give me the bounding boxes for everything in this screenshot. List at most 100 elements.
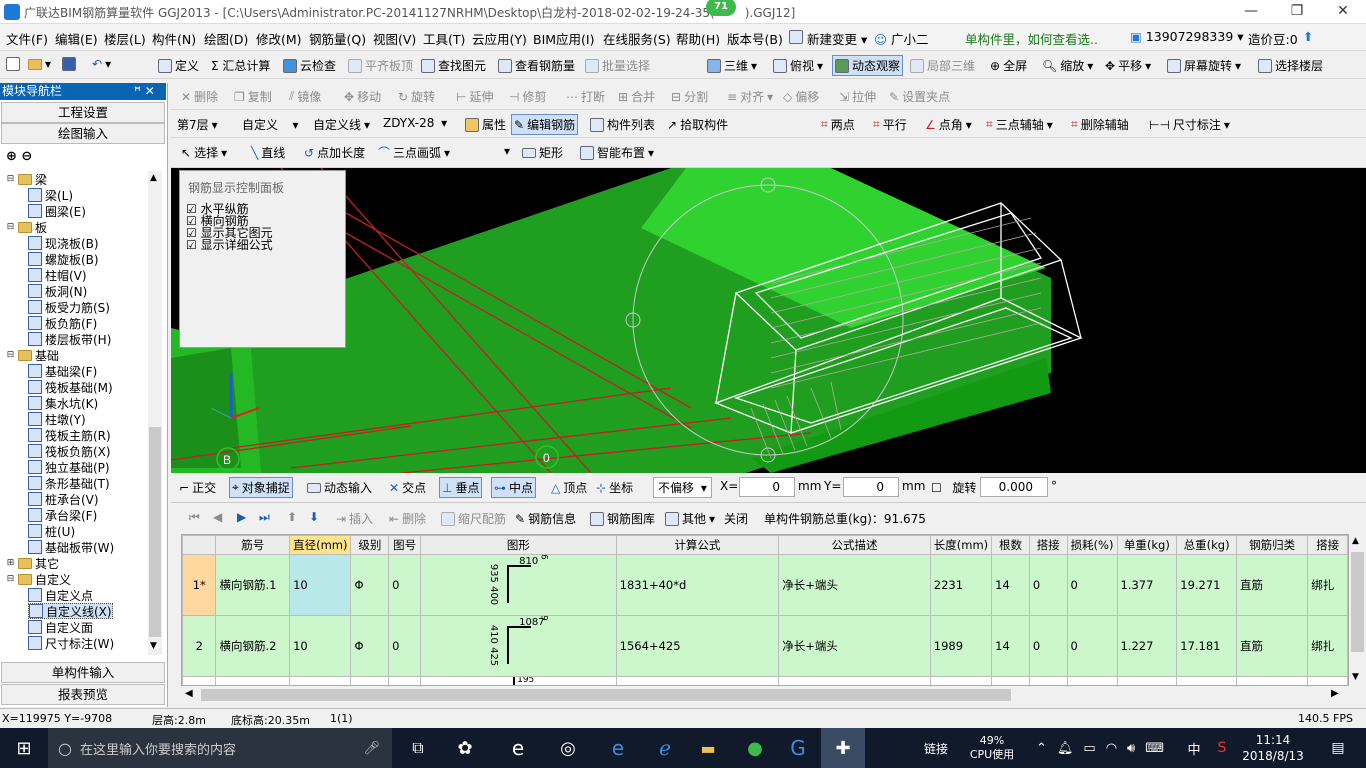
expand-collapse-icons[interactable]: ⊕ ⊖ xyxy=(6,149,32,164)
table-cell[interactable]: 绑扎 xyxy=(1307,554,1348,616)
tree-item[interactable]: 集水坑(K) xyxy=(28,395,98,411)
menu-floor[interactable]: 楼层(L) xyxy=(104,29,146,48)
parallel-axis-button[interactable]: ⌗ 平行 xyxy=(873,116,907,133)
delete-button[interactable]: ✕ 删除 xyxy=(181,88,218,105)
define-button[interactable]: 定义 xyxy=(158,57,199,74)
split-button[interactable]: ⊟ 分割 xyxy=(671,88,708,105)
checkbox-detailed-formula[interactable]: ☑ 显示详细公式 xyxy=(186,239,273,251)
new-change-button[interactable]: 新建变更 ▾ xyxy=(789,29,867,48)
rotate-checkbox[interactable]: ☐ 旋转 xyxy=(931,479,976,496)
minimize-icon[interactable]: — xyxy=(1228,0,1274,24)
account-button[interactable]: ▣ 13907298339 ▾ xyxy=(1130,29,1244,44)
column-header[interactable]: 损耗(%) xyxy=(1066,535,1118,555)
midpoint-snap[interactable]: ⊶ 中点 xyxy=(491,477,537,498)
tree-item[interactable]: 板洞(N) xyxy=(28,283,87,299)
clock[interactable]: 11:14 2018/8/13 xyxy=(1238,728,1308,768)
column-header[interactable]: 图号 xyxy=(388,535,422,555)
properties-button[interactable]: 属性 xyxy=(465,116,506,133)
tip-link[interactable]: 单构件里，如何查看选.. xyxy=(965,29,1098,48)
menu-component[interactable]: 构件(N) xyxy=(152,29,196,48)
next-record-icon[interactable]: ▶ xyxy=(237,510,246,524)
orbit-button[interactable]: 动态观察 xyxy=(832,55,904,76)
type-select[interactable]: 自定义线 ▾ xyxy=(313,116,370,133)
column-header[interactable]: 总重(kg) xyxy=(1176,535,1237,555)
tree-item[interactable]: 自定义面 xyxy=(28,619,93,635)
edge-icon[interactable]: e xyxy=(598,728,638,768)
mirror-button[interactable]: ⫽ 镜像 xyxy=(289,88,321,105)
menu-online[interactable]: 在线服务(S) xyxy=(603,29,671,48)
tree-item[interactable]: 板受力筋(S) xyxy=(28,299,110,315)
tree-item[interactable]: 螺旋板(B) xyxy=(28,251,99,267)
category-select[interactable]: 自定义 ▾ xyxy=(242,116,298,133)
tree-item[interactable]: 基础梁(F) xyxy=(28,363,97,379)
column-header[interactable]: 图形 xyxy=(420,535,617,555)
expand-icon[interactable]: ⊟ xyxy=(6,174,15,184)
fullscreen-button[interactable]: ⊕ 全屏 xyxy=(990,57,1027,74)
tree-item[interactable]: 承台梁(F) xyxy=(28,507,97,523)
table-row[interactable]: 2横向钢筋.210Φ0410 4251087991564+425净长+端头198… xyxy=(182,615,1348,677)
two-point-axis-button[interactable]: ⌗ 两点 xyxy=(821,116,855,133)
tree-item[interactable]: 基础板带(W) xyxy=(28,539,114,555)
3d-viewport[interactable]: B 0 xyxy=(171,168,1366,473)
table-cell[interactable]: 410 425108799 xyxy=(420,615,617,677)
tree-item[interactable]: 板负筋(F) xyxy=(28,315,97,331)
merge-button[interactable]: ⊞ 合并 xyxy=(618,88,655,105)
table-cell[interactable]: 横向钢筋.2 xyxy=(215,615,291,677)
network-link[interactable]: 链接 xyxy=(916,728,956,768)
other-button[interactable]: 其他 ▾ xyxy=(665,510,715,527)
first-record-icon[interactable]: ⏮ xyxy=(189,510,200,525)
code-select[interactable]: ZDYX-28 ▾ xyxy=(383,116,447,130)
tree-item[interactable]: 圈梁(E) xyxy=(28,203,86,219)
ggj-app-icon[interactable]: ✚ xyxy=(821,728,865,768)
menu-file[interactable]: 文件(F) xyxy=(6,29,48,48)
dimension-button[interactable]: ⊢⊣ 尺寸标注 ▾ xyxy=(1149,116,1230,133)
tree-item[interactable]: 条形基础(T) xyxy=(28,475,110,491)
tray-icons[interactable]: ⌃ 🔔︎ ▭ ◠ 🔊︎ ⌨ xyxy=(1030,728,1170,768)
assistant-button[interactable]: ☺ 广小二 xyxy=(874,29,929,48)
component-list-button[interactable]: 构件列表 xyxy=(590,116,655,133)
smart-layout-button[interactable]: 智能布置 ▾ xyxy=(580,144,654,161)
column-header[interactable]: 搭接 xyxy=(1307,535,1348,555)
menu-bim[interactable]: BIM应用(I) xyxy=(533,29,595,48)
table-row-partial[interactable]: 195 xyxy=(182,676,1348,685)
tree-item[interactable]: 桩承台(V) xyxy=(28,491,99,507)
column-header[interactable]: 长度(mm) xyxy=(929,535,993,555)
arc-options-dropdown[interactable]: ▾ xyxy=(504,144,510,158)
table-hscroll[interactable]: ◀ ▶ xyxy=(181,686,1349,704)
align-button[interactable]: ≡ 对齐 ▾ xyxy=(727,88,773,105)
column-header[interactable]: 单重(kg) xyxy=(1116,535,1178,555)
x-input[interactable]: 0 xyxy=(739,477,795,497)
model-view[interactable]: B 0 xyxy=(171,168,1366,473)
open-file-icon[interactable]: ▾ xyxy=(28,57,51,71)
g-app-icon[interactable]: G xyxy=(778,728,818,768)
move-button[interactable]: ✥ 移动 xyxy=(344,88,381,105)
drawing-input-button[interactable]: 绘图输入 xyxy=(1,123,165,144)
file-explorer-icon[interactable]: ▬ xyxy=(688,728,728,768)
swirl-app-icon[interactable]: ◎ xyxy=(548,728,588,768)
table-cell[interactable]: 2231 xyxy=(929,554,993,616)
tree-folder[interactable]: ⊞ 其它 xyxy=(6,555,59,571)
menu-view[interactable]: 视图(V) xyxy=(373,29,416,48)
three-point-axis-button[interactable]: ⌗ 三点辅轴 ▾ xyxy=(986,116,1053,133)
column-header[interactable]: 筋号 xyxy=(215,535,291,555)
copy-button[interactable]: ❐ 复制 xyxy=(234,88,272,105)
point-length-button[interactable]: ↺ 点加长度 xyxy=(304,144,365,161)
column-header[interactable] xyxy=(182,535,217,555)
rebar-library-button[interactable]: 钢筋图库 xyxy=(590,510,655,527)
y-input[interactable]: 0 xyxy=(843,477,899,497)
tree-item[interactable]: 柱帽(V) xyxy=(28,267,87,283)
undo-icon[interactable]: ↶ ▾ xyxy=(92,57,111,71)
table-cell[interactable]: 绑扎 xyxy=(1307,615,1348,677)
column-header[interactable]: 级别 xyxy=(350,535,390,555)
insert-button[interactable]: ⇥ 插入 xyxy=(336,510,373,527)
rotate-input[interactable]: 0.000 xyxy=(980,477,1048,497)
set-grip-button[interactable]: ✎ 设置夹点 xyxy=(889,88,950,105)
tree-item[interactable]: 筏板负筋(X) xyxy=(28,443,111,459)
pinwheel-app-icon[interactable]: ✿ xyxy=(445,728,485,768)
pick-component-button[interactable]: ↗ 拾取构件 xyxy=(667,116,728,133)
rotate-screen-button[interactable]: 屏幕旋转 ▾ xyxy=(1167,57,1241,74)
batch-select-button[interactable]: 批量选择 xyxy=(585,57,650,74)
table-cell[interactable]: 净长+端头 xyxy=(778,554,931,616)
task-view-icon[interactable]: ⧉ xyxy=(398,728,438,768)
extend-button[interactable]: ⊢ 延伸 xyxy=(456,88,493,105)
